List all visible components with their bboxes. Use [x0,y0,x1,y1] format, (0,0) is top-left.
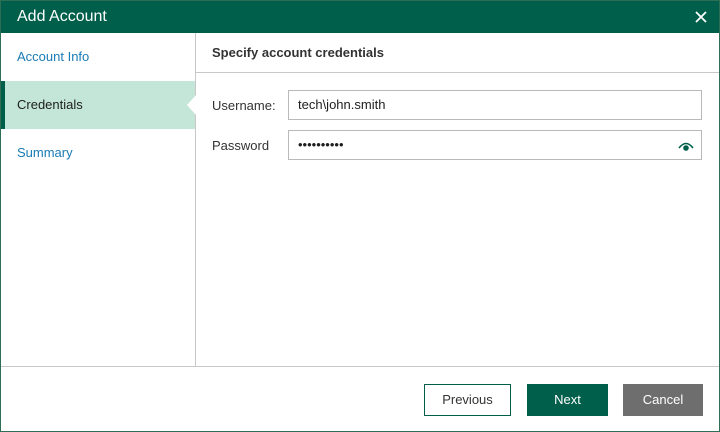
username-field[interactable]: tech\john.smith [288,90,702,120]
username-label: Username: [212,98,276,113]
main-panel: Specify account credentials Username: te… [196,33,719,366]
username-value: tech\john.smith [298,97,386,112]
step-summary[interactable]: Summary [1,129,195,177]
step-label: Summary [17,145,73,160]
password-label: Password [212,138,270,153]
eye-icon[interactable] [677,137,695,155]
section-header: Specify account credentials [196,33,719,73]
password-field[interactable]: •••••••••• [288,130,702,160]
next-button[interactable]: Next [527,384,608,416]
close-icon[interactable] [689,5,713,29]
previous-button[interactable]: Previous [424,384,511,416]
add-account-dialog: Add Account Account Info Credentials Sum… [0,0,720,432]
step-label: Credentials [17,97,83,112]
title-bar: Add Account [1,1,719,33]
wizard-steps-sidebar: Account Info Credentials Summary [1,33,196,366]
password-value: •••••••••• [298,137,344,152]
step-label: Account Info [17,49,90,64]
cancel-button[interactable]: Cancel [623,384,703,416]
step-account-info[interactable]: Account Info [1,33,195,81]
footer: Previous Next Cancel [1,366,719,431]
dialog-title: Add Account [17,8,107,25]
step-credentials[interactable]: Credentials [1,81,196,129]
